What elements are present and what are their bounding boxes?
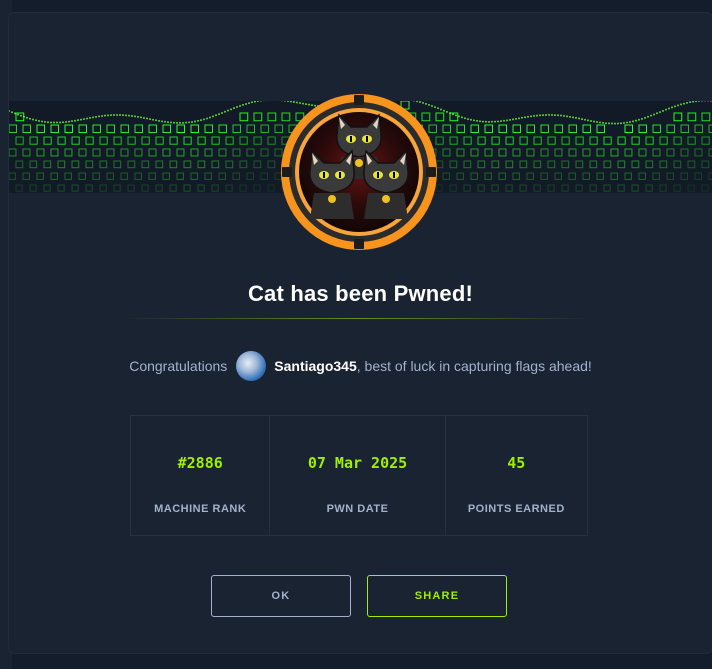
stat-label: POINTS EARNED xyxy=(467,503,565,515)
stat-machine-rank: #2886 MACHINE RANK xyxy=(131,416,271,535)
stat-label: MACHINE RANK xyxy=(154,503,247,515)
ok-button[interactable]: OK xyxy=(211,575,351,617)
cat-machine-badge-icon xyxy=(280,93,438,251)
stats-panel: #2886 MACHINE RANK 07 Mar 2025 PWN DATE … xyxy=(130,415,588,536)
modal-title: Cat has been Pwned! xyxy=(247,281,474,306)
pwned-modal: Cat has been Pwned! Congratulations Sant… xyxy=(9,13,712,653)
user-avatar-icon[interactable] xyxy=(236,351,267,381)
congrats-prefix: Congratulations xyxy=(129,358,228,374)
stat-value: 45 xyxy=(507,454,526,472)
share-button[interactable]: SHARE xyxy=(367,575,507,617)
congrats-message: Congratulations Santiago345 , best of lu… xyxy=(9,351,712,381)
username-link[interactable]: Santiago345 xyxy=(274,358,356,374)
stat-value: #2886 xyxy=(177,454,223,472)
stat-label: PWN DATE xyxy=(326,503,389,515)
stat-points-earned: 45 POINTS EARNED xyxy=(446,416,587,535)
stat-value: 07 Mar 2025 xyxy=(307,454,408,472)
stat-pwn-date: 07 Mar 2025 PWN DATE xyxy=(270,416,446,535)
title-divider xyxy=(123,318,593,319)
congrats-suffix: , best of luck in capturing flags ahead! xyxy=(356,358,592,374)
